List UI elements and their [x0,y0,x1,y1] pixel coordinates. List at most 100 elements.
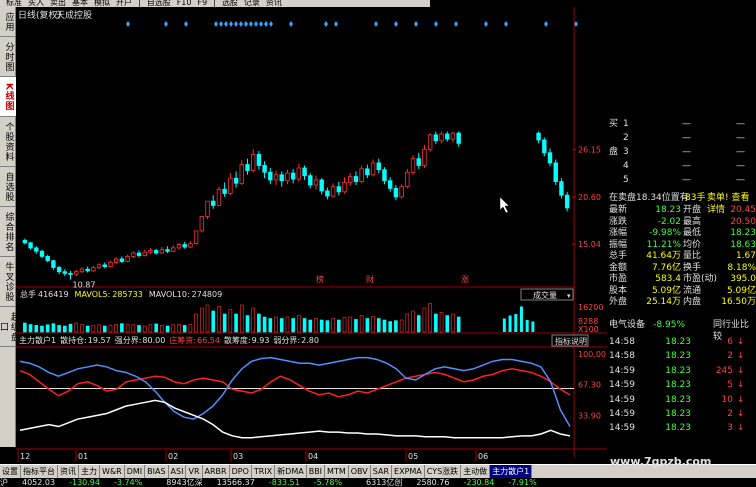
candle-body [370,162,376,176]
tick-price: 18.23 [665,409,691,419]
indicator-tab[interactable]: 新DMA [275,465,307,478]
indicator-tab[interactable]: CYS涨跌 [425,465,462,478]
blue-retail-line [19,356,571,427]
candle-body [199,216,205,232]
volume-bar [456,316,461,333]
side-tab[interactable]: 分时图 [0,37,16,77]
candle-body [182,244,187,248]
volume-bar [200,307,204,333]
indicator-header-part: 9.93 [252,336,270,345]
stat-label: 换手 [683,262,702,273]
orderbook-price: — [682,147,691,157]
down-arrow-icon: ↓ [737,351,745,362]
stat-row: 振幅 11.21% 均价 18.63 [607,239,756,251]
indicator-tab[interactable]: ARBR [203,465,230,478]
volume-bar [40,325,44,333]
volume-axis-label: X100 [578,325,599,334]
stat-value: -2.02 [657,216,681,227]
volume-bar [74,322,79,333]
orderbook-row: 4 — — [607,160,756,172]
menu-item[interactable]: F9 [197,0,207,7]
side-tab[interactable]: 超级盘口 [0,307,19,347]
side-tab[interactable]: 牛叉诊股 [0,257,16,307]
signal-diamond [254,21,258,27]
indicator-tab[interactable]: 指标平台 [21,465,58,478]
menu-item[interactable]: 资讯 [266,0,282,7]
chart-area: 日线(复权) 天成控股 26.15 20.60 15.04 10.87 榜 财 涨总手 41641… [16,7,607,464]
stat-row: 涨幅 -9.98% 最低 18.23 [607,227,756,239]
indicator-tab[interactable]: W&R [100,465,125,478]
volume-bar [120,323,124,333]
volume-bar [399,319,404,333]
event-marker: 财 [366,274,374,284]
indicator-tab[interactable]: MTM [325,465,349,478]
indicator-tab[interactable]: 资讯 [58,465,79,478]
signal-diamond [164,21,168,27]
indicator-tab[interactable]: 设置 [0,465,21,478]
candle-body [51,260,56,268]
down-arrow-icon: ↓ [737,423,745,434]
menu-item[interactable]: 选股 [222,0,238,7]
indicator-tab[interactable]: VR [186,465,203,478]
menu-item[interactable]: 自选股 [147,0,171,7]
kline-chart[interactable]: 日线(复权)天成控股 26.15 20.60 15.04 10.87 榜 财 涨总手 41641… [16,7,607,464]
volume-bar [382,319,387,333]
indicator-tab[interactable]: 主动做 [461,465,491,478]
volume-bar [205,304,210,333]
tick-row: 14:58 18.23 2 ↓ [607,350,756,362]
candle-body [376,162,381,171]
side-tab[interactable]: 综合排名 [0,207,16,257]
indicator-tab[interactable]: BIAS [145,465,169,478]
tick-price: 18.23 [665,423,691,434]
indicator-tab[interactable]: TRIX [252,465,276,478]
menu-item[interactable]: 买入 [28,0,44,7]
stat-label: 最新 [609,205,628,215]
volume-bar [434,313,438,333]
signal-diamond [544,21,548,27]
volume-bar [68,323,73,333]
volume-bar [268,318,273,333]
side-tab[interactable]: K线图 [0,77,16,117]
indicator-tab[interactable]: SAR [371,465,393,478]
stat-row: 市盈 583.4 市盈(动) 395.0 [607,273,756,285]
menu-bar-filler [430,0,756,7]
indicator-tab[interactable]: OBV [349,465,371,478]
candle-body [342,182,347,193]
menu-item: | [138,0,141,7]
indicator-tab[interactable]: 主力散户1 [490,465,533,478]
volume-bar [308,319,313,333]
menu-item[interactable]: 开户 [116,0,132,7]
side-tab[interactable]: 个股资料 [0,117,16,167]
status-value: -3.74% [113,478,143,487]
menu-item[interactable]: 模拟 [94,0,110,7]
volume-dropdown-label: 成交量 [533,290,557,300]
menu-item[interactable]: 记录 [244,0,260,7]
indicator-tab[interactable]: BBI [307,465,326,478]
down-arrow-icon: ↓ [737,337,745,347]
stat-label: 外盘 [609,297,628,307]
candle-body [188,243,193,248]
stat-label: 流通 [683,285,702,296]
indicator-tab[interactable]: EXPMA [392,465,425,478]
tick-row: 14:59 18.23 2 ↓ [607,408,756,420]
indicator-tab[interactable]: DMI [125,465,146,478]
indicator-tab[interactable]: ASI [169,465,187,478]
volume-bar [63,325,67,333]
indicator-help-label: 指标说明 [555,336,587,346]
menu-item[interactable]: 卖出 [50,0,66,7]
menu-item[interactable]: F10 [177,0,192,7]
menu-item[interactable]: 标准 [6,0,22,7]
volume-bar [302,318,307,333]
candle-body [564,194,570,209]
side-tab[interactable]: 应用 [0,7,16,37]
indicator-tab[interactable]: DPO [230,465,252,478]
tick-volume: 5 [727,380,733,391]
stat-value: 7.76亿 [651,262,681,273]
x-axis-label: 04 [308,452,318,461]
volume-bar [23,322,27,333]
menu-item[interactable]: 基本 [72,0,88,7]
candle-body [445,133,450,140]
volume-bar [239,304,244,333]
side-tab[interactable]: 自选股 [0,167,16,207]
indicator-tab[interactable]: 主力 [79,465,100,478]
